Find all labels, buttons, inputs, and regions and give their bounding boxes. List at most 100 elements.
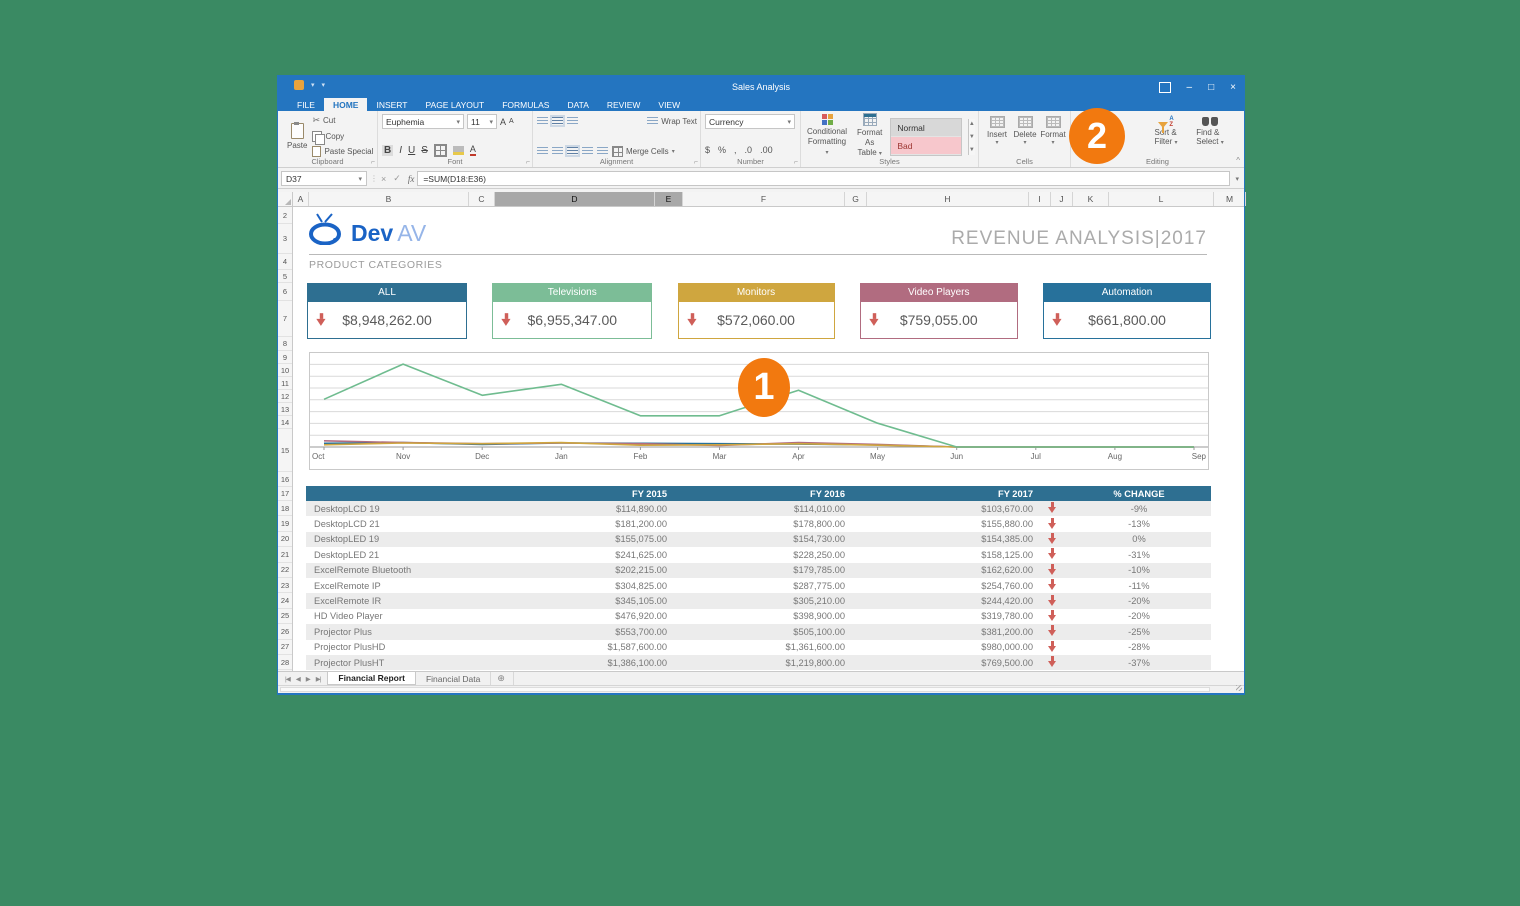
row-header[interactable]: 6 [278, 283, 292, 301]
strikethrough-button[interactable]: S [421, 145, 428, 156]
cell-style-swatch[interactable]: Normal [891, 119, 960, 137]
decrease-indent-icon[interactable] [582, 147, 593, 155]
row-header[interactable]: 20 [278, 532, 292, 547]
ribbon-tab[interactable]: VIEW [649, 98, 689, 111]
alignment-dialog-launcher[interactable]: ⌐ [694, 159, 698, 166]
column-header[interactable]: A [293, 192, 309, 206]
ribbon-tab[interactable]: DATA [558, 98, 597, 111]
merge-cells-button[interactable]: Merge Cells ▾ [612, 145, 675, 158]
row-header[interactable]: 13 [278, 403, 292, 416]
format-as-table-button[interactable]: FormatAs Table ▾ [855, 113, 884, 159]
ribbon-tab[interactable]: REVIEW [598, 98, 650, 111]
row-header[interactable]: 26 [278, 624, 292, 639]
table-row[interactable]: ExcelRemote IR $345,105.00 $305,210.00 $… [306, 593, 1211, 608]
cut-button[interactable]: ✂ Cut [312, 114, 373, 127]
table-row[interactable]: DesktopLCD 21 $181,200.00 $178,800.00 $1… [306, 516, 1211, 531]
minimize-button[interactable]: – [1187, 82, 1193, 93]
worksheet[interactable]: DevAV REVENUE ANALYSIS|2017 PRODUCT CATE… [293, 207, 1244, 671]
table-row[interactable]: DesktopLED 21 $241,625.00 $228,250.00 $1… [306, 547, 1211, 562]
cells-button[interactable]: Delete ▾ [1011, 114, 1039, 158]
font-color-icon[interactable]: A [470, 145, 476, 156]
insert-function-icon[interactable]: fx [408, 174, 415, 184]
table-row[interactable]: Projector Plus $553,700.00 $505,100.00 $… [306, 624, 1211, 639]
fill-color-icon[interactable] [453, 146, 464, 155]
wrap-text-button[interactable]: Wrap Text [647, 115, 697, 128]
new-sheet-icon[interactable]: ⊕ [497, 672, 514, 685]
column-header[interactable]: B [309, 192, 469, 206]
align-top-icon[interactable] [537, 117, 548, 125]
sort-filter-button[interactable]: AZ Sort &Filter ▾ [1149, 114, 1183, 158]
table-row[interactable]: Projector PlusHT $1,386,100.00 $1,219,80… [306, 655, 1211, 670]
sheet-tab[interactable]: Financial Report [327, 672, 416, 685]
row-header[interactable]: 24 [278, 593, 292, 608]
find-select-button[interactable]: Find &Select ▾ [1193, 114, 1227, 158]
number-tool-button[interactable]: % [718, 145, 726, 155]
font-size-select[interactable]: 11▾ [467, 114, 497, 129]
row-header[interactable]: 8 [278, 337, 292, 351]
row-header[interactable]: 23 [278, 578, 292, 593]
table-row[interactable]: DesktopLCD 19 $114,890.00 $114,010.00 $1… [306, 501, 1211, 516]
grow-font-button[interactable]: A [500, 117, 506, 127]
ribbon-tab[interactable]: FILE [288, 98, 324, 111]
row-header[interactable]: 22 [278, 563, 292, 578]
name-box[interactable]: D37 ▾ [281, 171, 367, 186]
align-bottom-icon[interactable] [567, 117, 578, 125]
increase-indent-icon[interactable] [597, 147, 608, 155]
ribbon-tab[interactable]: HOME [324, 98, 368, 111]
collapse-ribbon-icon[interactable]: ^ [1236, 156, 1240, 165]
row-header[interactable]: 11 [278, 377, 292, 390]
ribbon-tab[interactable]: PAGE LAYOUT [416, 98, 493, 111]
cancel-icon[interactable]: × [381, 174, 386, 184]
formula-bar-expand-icon[interactable]: ▾ [1233, 175, 1241, 183]
sheet-tab[interactable]: Financial Data [416, 672, 491, 685]
row-header[interactable]: 21 [278, 547, 292, 562]
row-header[interactable]: 5 [278, 270, 292, 283]
bold-button[interactable]: B [382, 145, 393, 156]
row-header[interactable]: 10 [278, 364, 292, 377]
align-middle-icon[interactable] [552, 117, 563, 125]
number-dialog-launcher[interactable]: ⌐ [794, 159, 798, 166]
column-header[interactable]: G [845, 192, 867, 206]
cells-button[interactable]: Insert ▾ [983, 114, 1011, 158]
horizontal-scrollbar[interactable] [278, 685, 1244, 693]
number-tool-button[interactable]: .0 [745, 145, 753, 155]
column-header[interactable]: M [1214, 192, 1246, 206]
borders-icon[interactable] [434, 144, 447, 157]
column-header[interactable]: K [1073, 192, 1109, 206]
row-header[interactable]: 7 [278, 301, 292, 337]
first-sheet-icon[interactable]: |◀ [285, 675, 290, 683]
row-header[interactable]: 16 [278, 472, 292, 487]
next-sheet-icon[interactable]: ▶ [306, 675, 310, 683]
underline-button[interactable]: U [408, 145, 415, 156]
row-header[interactable]: 19 [278, 516, 292, 531]
row-header[interactable]: 14 [278, 416, 292, 429]
column-header[interactable]: C [469, 192, 495, 206]
font-dialog-launcher[interactable]: ⌐ [526, 159, 530, 166]
row-header[interactable]: 3 [278, 224, 292, 254]
table-row[interactable]: Projector PlusHD $1,587,600.00 $1,361,60… [306, 640, 1211, 655]
column-header[interactable]: H [867, 192, 1029, 206]
column-header[interactable]: F [683, 192, 845, 206]
column-header[interactable]: J [1051, 192, 1073, 206]
ribbon-tab[interactable]: FORMULAS [493, 98, 558, 111]
font-name-select[interactable]: Euphemia▾ [382, 114, 464, 129]
align-center-icon[interactable] [552, 147, 563, 155]
enter-icon[interactable]: ✓ [393, 173, 401, 184]
prev-sheet-icon[interactable]: ◀ [296, 675, 300, 683]
column-header[interactable]: E [655, 192, 683, 206]
row-header[interactable]: 18 [278, 501, 292, 516]
cells-button[interactable]: Format ▾ [1039, 114, 1067, 158]
number-format-select[interactable]: Currency▾ [705, 114, 795, 129]
table-row[interactable]: ExcelRemote Bluetooth $202,215.00 $179,7… [306, 563, 1211, 578]
conditional-formatting-button[interactable]: ConditionalFormatting ▾ [805, 114, 849, 158]
row-header[interactable]: 4 [278, 254, 292, 270]
close-button[interactable]: × [1230, 82, 1236, 93]
align-left-icon[interactable] [537, 147, 548, 155]
number-tool-button[interactable]: $ [705, 145, 710, 155]
table-row[interactable]: ExcelRemote IP $304,825.00 $287,775.00 $… [306, 578, 1211, 593]
resize-grip[interactable] [1236, 685, 1242, 691]
copy-button[interactable]: Copy [312, 130, 373, 143]
italic-button[interactable]: I [399, 145, 402, 156]
number-tool-button[interactable]: .00 [760, 145, 773, 155]
name-box-dropdown-icon[interactable]: ▾ [358, 175, 362, 183]
